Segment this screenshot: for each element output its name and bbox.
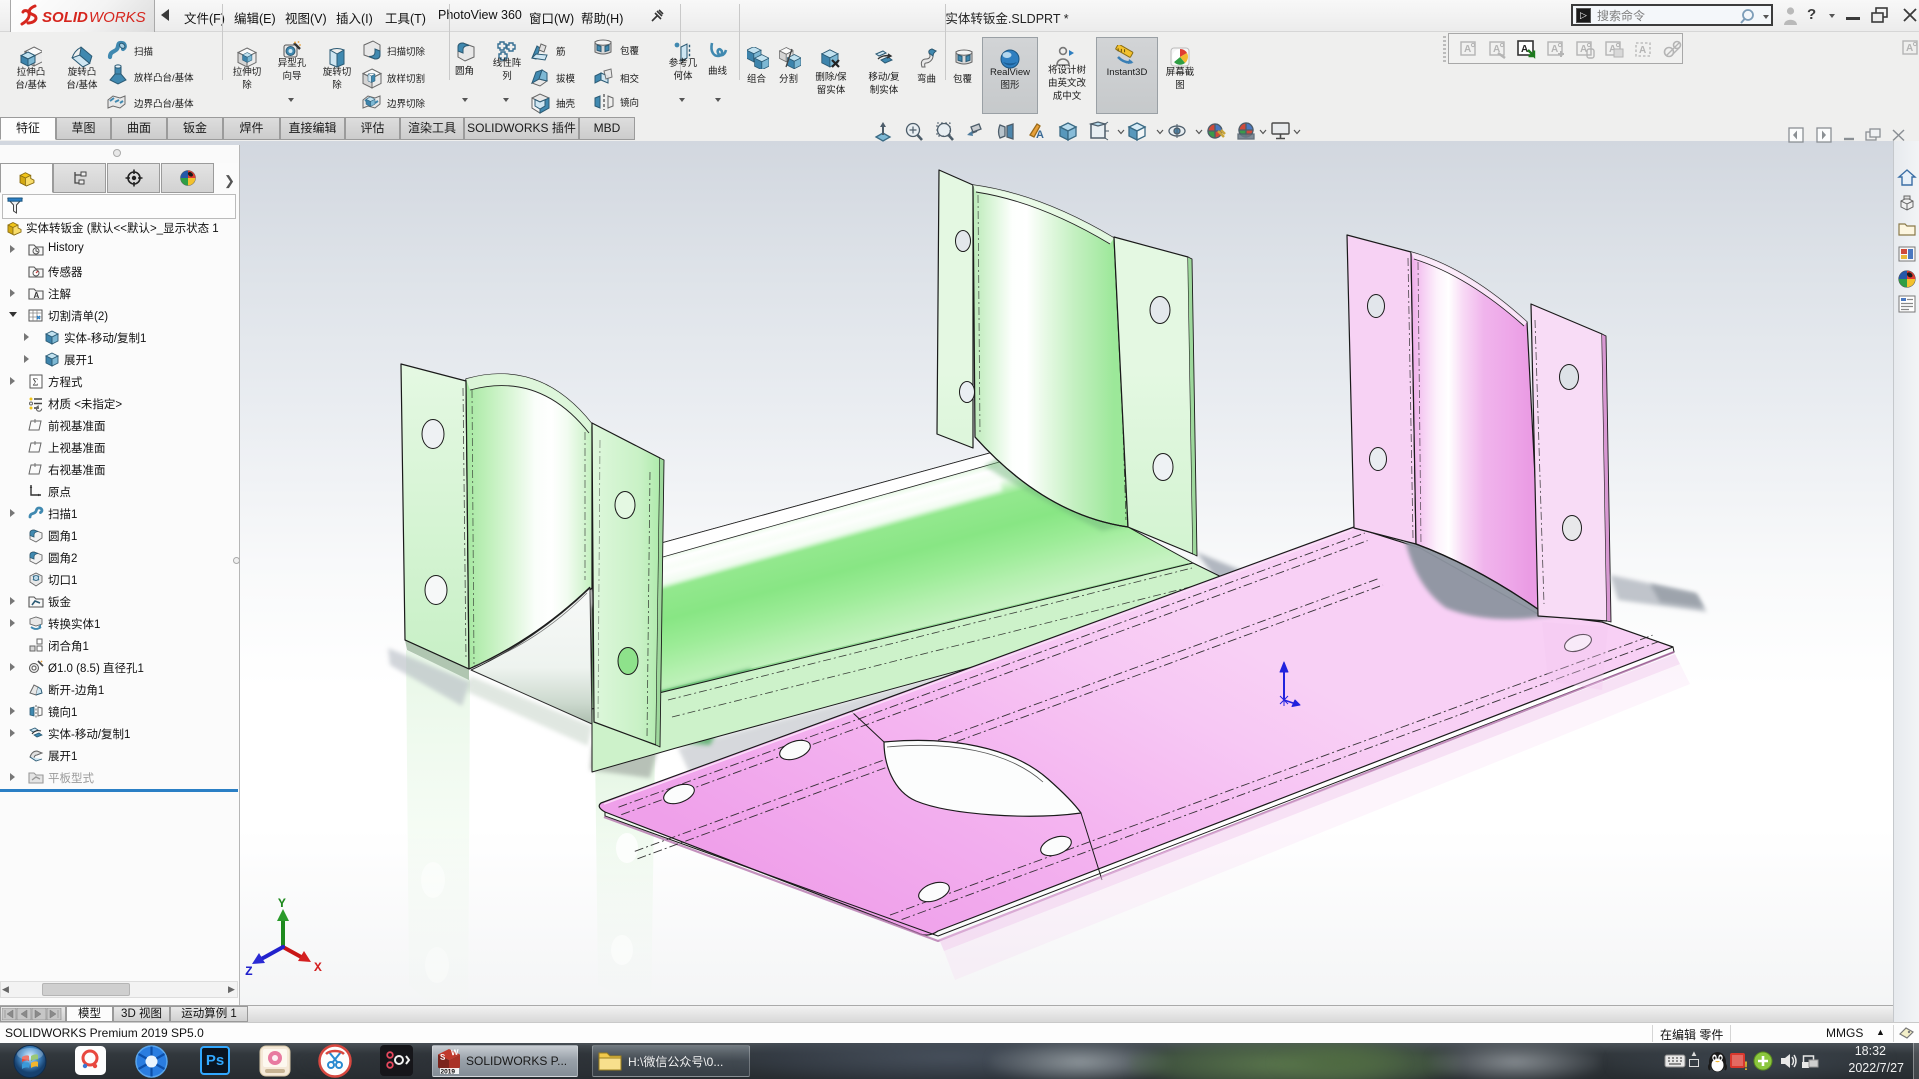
svg-text:X: X	[314, 960, 322, 975]
svg-text:S: S	[440, 1052, 446, 1062]
svg-text:Z: Z	[245, 964, 253, 975]
svg-text:A: A	[1036, 129, 1044, 141]
svg-text:Y: Y	[278, 896, 286, 911]
svg-text:!: !	[1744, 1059, 1748, 1072]
svg-text:W: W	[451, 1048, 459, 1058]
svg-text:2019: 2019	[441, 1069, 456, 1076]
